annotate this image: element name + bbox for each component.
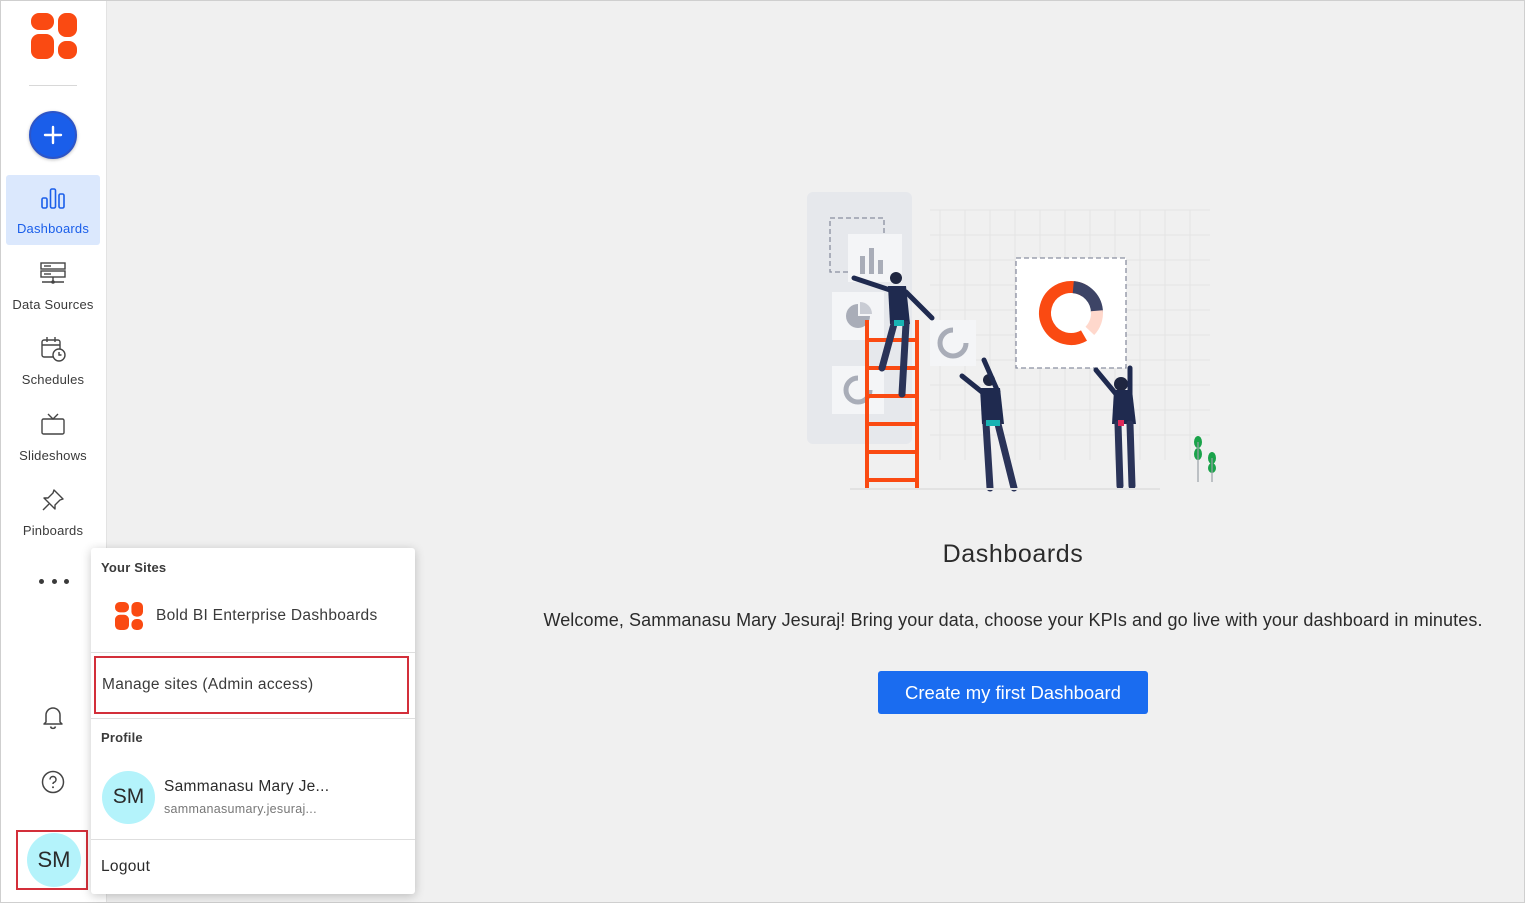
sidebar-item-pinboards[interactable]: Pinboards xyxy=(6,477,100,547)
user-menu-dropdown: Your Sites Bold BI Enterprise Dashboards… xyxy=(91,548,415,894)
create-new-button[interactable] xyxy=(29,111,77,159)
sidebar-item-dashboards[interactable]: Dashboards xyxy=(6,175,100,245)
more-options-button[interactable] xyxy=(39,571,69,591)
site-item[interactable]: Bold BI Enterprise Dashboards xyxy=(91,596,415,636)
profile-item[interactable]: SM Sammanasu Mary Je... sammanasumary.je… xyxy=(91,768,415,826)
sidebar-item-label: Pinboards xyxy=(22,523,84,538)
page-title: Dashboards xyxy=(942,540,1084,568)
sidebar-item-label: Slideshows xyxy=(19,448,87,463)
profile-name: Sammanasu Mary Je... xyxy=(164,778,330,795)
logout-button[interactable]: Logout xyxy=(91,847,415,887)
sidebar-item-label: Data Sources xyxy=(12,297,94,312)
user-avatar-button[interactable]: SM xyxy=(27,833,81,887)
calendar-clock-icon xyxy=(41,337,66,362)
dot xyxy=(64,578,69,584)
profile-initials: SM xyxy=(112,785,145,808)
menu-divider xyxy=(91,652,415,653)
logout-label: Logout xyxy=(101,858,151,875)
server-stack-icon xyxy=(40,262,66,284)
sidebar-item-label: Schedules xyxy=(21,372,85,387)
sidebar-item-label: Dashboards xyxy=(16,221,90,236)
pin-icon xyxy=(42,489,64,511)
profile-text: Sammanasu Mary Je... sammanasumary.jesur… xyxy=(164,778,329,816)
bold-bi-site-logo xyxy=(115,602,143,630)
tv-icon xyxy=(41,413,65,435)
bold-bi-logo[interactable] xyxy=(31,13,77,59)
notifications-button[interactable] xyxy=(38,702,68,732)
profile-avatar: SM xyxy=(102,770,155,824)
welcome-message: Welcome, Sammanasu Mary Jesuraj! Bring y… xyxy=(543,610,1483,630)
dot xyxy=(39,578,44,584)
profile-email: sammanasumary.jesuraj... xyxy=(164,802,317,816)
avatar-initials: SM xyxy=(37,847,71,872)
manage-sites-label: Manage sites (Admin access) xyxy=(102,676,314,693)
menu-divider xyxy=(91,839,415,840)
sidebar-item-schedules[interactable]: Schedules xyxy=(6,326,100,396)
sidebar-divider xyxy=(29,85,77,86)
sidebar-item-slideshows[interactable]: Slideshows xyxy=(6,402,100,472)
help-button[interactable] xyxy=(38,767,68,797)
dot xyxy=(51,578,57,584)
your-sites-heading: Your Sites xyxy=(101,560,167,575)
bar-chart-icon xyxy=(41,188,65,209)
manage-sites-link[interactable]: Manage sites (Admin access) xyxy=(94,656,409,714)
help-circle-icon xyxy=(41,770,65,794)
dashboards-empty-state-illustration xyxy=(807,192,1216,492)
menu-divider xyxy=(91,718,415,719)
bell-icon xyxy=(43,707,63,730)
sidebar-item-data-sources[interactable]: Data Sources xyxy=(6,251,100,321)
create-first-dashboard-button[interactable]: Create my first Dashboard xyxy=(878,671,1148,714)
profile-heading: Profile xyxy=(101,730,143,745)
plus-icon xyxy=(43,125,63,145)
site-name: Bold BI Enterprise Dashboards xyxy=(156,607,378,624)
